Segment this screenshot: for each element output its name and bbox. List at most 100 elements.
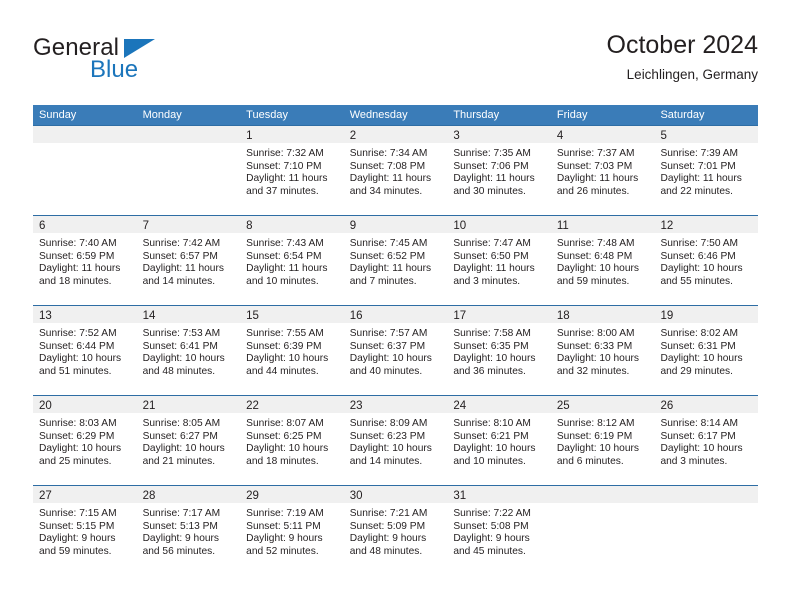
day-number-band: 8 bbox=[240, 216, 344, 233]
sunset-text: Sunset: 7:08 PM bbox=[349, 160, 426, 172]
week-row: 27 Sunrise: 7:15 AM Sunset: 5:15 PM Dayl… bbox=[33, 485, 759, 575]
day-cell[interactable] bbox=[33, 126, 137, 215]
day-info: Sunrise: 7:40 AM Sunset: 6:59 PM Dayligh… bbox=[33, 233, 137, 288]
day-cell[interactable]: 10 Sunrise: 7:47 AM Sunset: 6:50 PM Dayl… bbox=[447, 216, 551, 305]
day-cell[interactable]: 18 Sunrise: 8:00 AM Sunset: 6:33 PM Dayl… bbox=[550, 306, 655, 395]
day-cell[interactable]: 23 Sunrise: 8:09 AM Sunset: 6:23 PM Dayl… bbox=[343, 396, 448, 485]
day-cell[interactable]: 13 Sunrise: 7:52 AM Sunset: 6:44 PM Dayl… bbox=[33, 306, 137, 395]
daylight-text-line2: and 14 minutes. bbox=[349, 455, 423, 467]
weekday-wednesday: Wednesday bbox=[349, 109, 408, 121]
sunset-text: Sunset: 7:06 PM bbox=[453, 160, 529, 172]
day-cell[interactable]: 15 Sunrise: 7:55 AM Sunset: 6:39 PM Dayl… bbox=[240, 306, 344, 395]
day-number-band: 17 bbox=[447, 306, 551, 323]
daylight-text-line1: Daylight: 9 hours bbox=[142, 533, 220, 545]
day-cell[interactable]: 7 Sunrise: 7:42 AM Sunset: 6:57 PM Dayli… bbox=[136, 216, 241, 305]
day-number-band: 23 bbox=[343, 396, 448, 413]
sunset-text: Sunset: 6:31 PM bbox=[660, 340, 736, 352]
day-info: Sunrise: 7:21 AM Sunset: 5:09 PM Dayligh… bbox=[344, 503, 448, 558]
day-cell[interactable]: 24 Sunrise: 8:10 AM Sunset: 6:21 PM Dayl… bbox=[447, 396, 551, 485]
day-number: 18 bbox=[556, 310, 570, 322]
day-cell[interactable] bbox=[136, 126, 241, 215]
day-number-band bbox=[136, 126, 241, 143]
day-cell[interactable]: 14 Sunrise: 7:53 AM Sunset: 6:41 PM Dayl… bbox=[136, 306, 241, 395]
day-info bbox=[33, 143, 137, 148]
sunset-text: Sunset: 6:37 PM bbox=[349, 340, 426, 352]
daylight-text-line2: and 18 minutes. bbox=[246, 455, 319, 467]
day-cell[interactable]: 31 Sunrise: 7:22 AM Sunset: 5:08 PM Dayl… bbox=[447, 486, 551, 575]
day-cell[interactable]: 19 Sunrise: 8:02 AM Sunset: 6:31 PM Dayl… bbox=[654, 306, 759, 395]
daylight-text-line1: Daylight: 10 hours bbox=[660, 263, 743, 275]
day-number: 5 bbox=[660, 130, 667, 142]
daylight-text-line2: and 56 minutes. bbox=[142, 545, 216, 557]
day-cell[interactable]: 12 Sunrise: 7:50 AM Sunset: 6:46 PM Dayl… bbox=[654, 216, 759, 305]
day-info: Sunrise: 7:53 AM Sunset: 6:41 PM Dayligh… bbox=[137, 323, 241, 378]
daylight-text-line2: and 10 minutes. bbox=[246, 275, 319, 287]
day-cell[interactable]: 30 Sunrise: 7:21 AM Sunset: 5:09 PM Dayl… bbox=[343, 486, 448, 575]
weekday-sunday: Sunday bbox=[39, 109, 77, 121]
daylight-text-line2: and 14 minutes. bbox=[142, 275, 216, 287]
day-cell[interactable] bbox=[550, 486, 655, 575]
day-cell[interactable]: 6 Sunrise: 7:40 AM Sunset: 6:59 PM Dayli… bbox=[33, 216, 137, 305]
sunrise-text: Sunrise: 8:05 AM bbox=[142, 418, 221, 429]
day-cell[interactable]: 20 Sunrise: 8:03 AM Sunset: 6:29 PM Dayl… bbox=[33, 396, 137, 485]
day-cell[interactable]: 17 Sunrise: 7:58 AM Sunset: 6:35 PM Dayl… bbox=[447, 306, 551, 395]
day-cell[interactable]: 2 Sunrise: 7:34 AM Sunset: 7:08 PM Dayli… bbox=[343, 126, 448, 215]
day-number bbox=[654, 490, 660, 502]
daylight-text-line1: Daylight: 11 hours bbox=[349, 173, 432, 185]
weekday-friday: Friday bbox=[556, 109, 588, 121]
day-info: Sunrise: 7:48 AM Sunset: 6:48 PM Dayligh… bbox=[551, 233, 655, 288]
sunrise-text: Sunrise: 7:39 AM bbox=[660, 148, 739, 159]
daylight-text-line1: Daylight: 11 hours bbox=[39, 263, 121, 275]
day-cell[interactable]: 26 Sunrise: 8:14 AM Sunset: 6:17 PM Dayl… bbox=[654, 396, 759, 485]
daylight-text-line1: Daylight: 9 hours bbox=[246, 533, 323, 545]
day-number-band bbox=[33, 126, 137, 143]
day-info: Sunrise: 7:39 AM Sunset: 7:01 PM Dayligh… bbox=[654, 143, 758, 198]
day-info: Sunrise: 8:00 AM Sunset: 6:33 PM Dayligh… bbox=[551, 323, 655, 378]
day-number: 31 bbox=[453, 490, 467, 502]
title-block: October 2024 Leichlingen, Germany bbox=[607, 28, 759, 86]
daylight-text-line2: and 3 minutes. bbox=[660, 455, 728, 467]
day-number: 19 bbox=[660, 310, 674, 322]
day-cell[interactable]: 8 Sunrise: 7:43 AM Sunset: 6:54 PM Dayli… bbox=[240, 216, 344, 305]
day-info: Sunrise: 7:37 AM Sunset: 7:03 PM Dayligh… bbox=[551, 143, 655, 198]
sunrise-text: Sunrise: 7:35 AM bbox=[453, 148, 531, 159]
day-cell[interactable]: 9 Sunrise: 7:45 AM Sunset: 6:52 PM Dayli… bbox=[343, 216, 448, 305]
day-cell[interactable]: 22 Sunrise: 8:07 AM Sunset: 6:25 PM Dayl… bbox=[240, 396, 344, 485]
daylight-text-line2: and 36 minutes. bbox=[453, 365, 526, 377]
sunrise-text: Sunrise: 7:37 AM bbox=[556, 148, 635, 159]
day-cell[interactable]: 5 Sunrise: 7:39 AM Sunset: 7:01 PM Dayli… bbox=[654, 126, 759, 215]
day-cell[interactable] bbox=[654, 486, 759, 575]
day-cell[interactable]: 1 Sunrise: 7:32 AM Sunset: 7:10 PM Dayli… bbox=[240, 126, 344, 215]
day-cell[interactable]: 16 Sunrise: 7:57 AM Sunset: 6:37 PM Dayl… bbox=[343, 306, 448, 395]
day-number bbox=[137, 130, 143, 142]
daylight-text-line2: and 45 minutes. bbox=[453, 545, 526, 557]
day-info: Sunrise: 8:09 AM Sunset: 6:23 PM Dayligh… bbox=[344, 413, 448, 468]
week-row: 20 Sunrise: 8:03 AM Sunset: 6:29 PM Dayl… bbox=[33, 395, 759, 485]
day-info: Sunrise: 7:45 AM Sunset: 6:52 PM Dayligh… bbox=[344, 233, 448, 288]
day-cell[interactable]: 27 Sunrise: 7:15 AM Sunset: 5:15 PM Dayl… bbox=[33, 486, 137, 575]
day-cell[interactable]: 3 Sunrise: 7:35 AM Sunset: 7:06 PM Dayli… bbox=[447, 126, 551, 215]
sunrise-text: Sunrise: 7:19 AM bbox=[246, 508, 324, 519]
daylight-text-line2: and 21 minutes. bbox=[142, 455, 216, 467]
daylight-text-line1: Daylight: 10 hours bbox=[453, 443, 536, 455]
day-cell[interactable]: 11 Sunrise: 7:48 AM Sunset: 6:48 PM Dayl… bbox=[550, 216, 655, 305]
day-number-band: 15 bbox=[240, 306, 344, 323]
day-number-band: 7 bbox=[136, 216, 241, 233]
day-cell[interactable]: 21 Sunrise: 8:05 AM Sunset: 6:27 PM Dayl… bbox=[136, 396, 241, 485]
day-number-band bbox=[550, 486, 655, 503]
sunset-text: Sunset: 7:03 PM bbox=[556, 160, 633, 172]
day-cell[interactable]: 28 Sunrise: 7:17 AM Sunset: 5:13 PM Dayl… bbox=[136, 486, 241, 575]
daylight-text-line2: and 7 minutes. bbox=[349, 275, 417, 287]
day-cell[interactable]: 4 Sunrise: 7:37 AM Sunset: 7:03 PM Dayli… bbox=[550, 126, 655, 215]
calendar-page: General Blue October 2024 Leichlingen, G… bbox=[0, 0, 792, 612]
daylight-text-line1: Daylight: 9 hours bbox=[349, 533, 427, 545]
day-number-band: 4 bbox=[550, 126, 655, 143]
day-number: 11 bbox=[556, 220, 569, 232]
weekday-tuesday: Tuesday bbox=[246, 109, 288, 121]
page-masthead: General Blue October 2024 Leichlingen, G… bbox=[33, 28, 758, 94]
day-number: 8 bbox=[246, 220, 253, 232]
daylight-text-line2: and 18 minutes. bbox=[39, 275, 112, 287]
day-cell[interactable]: 25 Sunrise: 8:12 AM Sunset: 6:19 PM Dayl… bbox=[550, 396, 655, 485]
daylight-text-line1: Daylight: 9 hours bbox=[39, 533, 116, 545]
day-cell[interactable]: 29 Sunrise: 7:19 AM Sunset: 5:11 PM Dayl… bbox=[240, 486, 344, 575]
